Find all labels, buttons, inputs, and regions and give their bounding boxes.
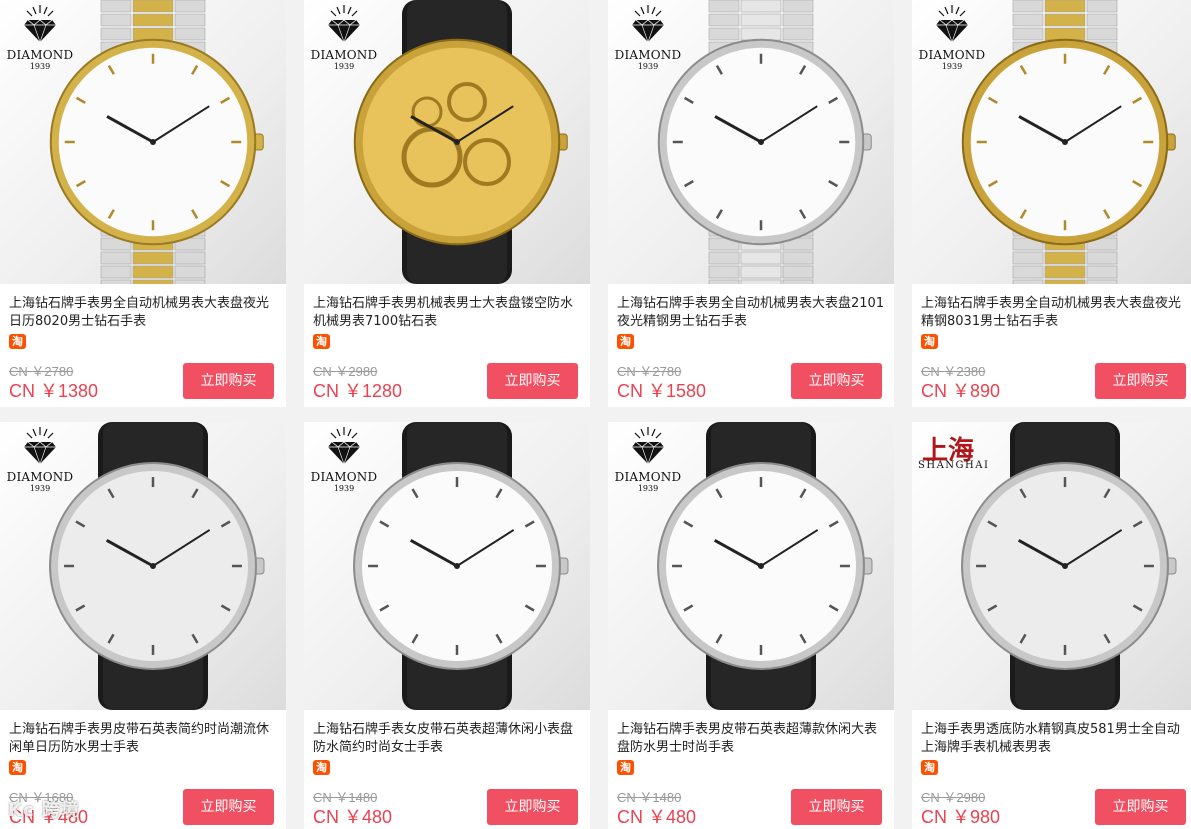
product-image[interactable]: DIAMOND 1939 [304, 422, 590, 710]
product-image[interactable]: DIAMOND 1939 [0, 422, 286, 710]
brand-name: DIAMOND [310, 470, 378, 484]
brand-logo: DIAMOND 1939 [612, 4, 684, 71]
buy-now-button[interactable]: 立即购买 [791, 789, 882, 825]
brand-year: 1939 [941, 62, 963, 71]
sale-price: CN ￥1580 [617, 381, 707, 401]
brand-logo: 上海 SHANGHAI [916, 426, 988, 490]
sale-price: CN ￥1380 [9, 381, 99, 401]
product-image[interactable]: DIAMOND 1939 [608, 0, 894, 284]
brand-year: 1939 [29, 484, 51, 493]
product-title[interactable]: 上海钻石牌手表男皮带石英表简约时尚潮流休闲单日历防水男士手表 [9, 721, 277, 757]
product-image[interactable]: DIAMOND 1939 [304, 0, 590, 284]
taobao-badge-icon: 淘 [313, 334, 330, 349]
product-image[interactable]: DIAMOND 1939 [912, 0, 1191, 284]
diamond-logo-icon [328, 5, 360, 43]
diamond-logo-icon [632, 427, 664, 465]
product-card[interactable]: 上海 SHANGHAI 上海手表男透底防水精钢真皮581男士全自动上海牌手表机械… [912, 422, 1191, 829]
buy-now-button[interactable]: 立即购买 [487, 789, 578, 825]
product-grid: DIAMOND 1939 上海钻石牌手表男全自动机械男表大表盘夜光日历8020男… [0, 0, 1191, 829]
brand-name: DIAMOND [918, 48, 986, 62]
buy-now-button[interactable]: 立即购买 [487, 363, 578, 399]
diamond-logo-icon [328, 427, 360, 465]
taobao-badge-icon: 淘 [9, 760, 26, 775]
sale-price: CN ￥1280 [313, 381, 403, 401]
sale-price: CN ￥480 [313, 807, 393, 827]
product-title[interactable]: 上海钻石牌手表男全自动机械男表大表盘2101夜光精钢男士钻石手表 [617, 295, 885, 331]
taobao-badge-icon: 淘 [313, 760, 330, 775]
product-card[interactable]: DIAMOND 1939 上海钻石牌手表男皮带石英表超薄款休闲大表盘防水男士时尚… [608, 422, 894, 829]
sale-price: CN ￥980 [921, 807, 1001, 827]
product-image[interactable]: DIAMOND 1939 [608, 422, 894, 710]
product-card[interactable]: DIAMOND 1939 上海钻石牌手表男全自动机械男表大表盘夜光日历8020男… [0, 0, 286, 407]
taobao-badge-icon: 淘 [921, 334, 938, 349]
diamond-logo-icon [632, 5, 664, 43]
brand-year: 1939 [637, 62, 659, 71]
diamond-logo-icon [24, 427, 56, 465]
diamond-logo-icon [936, 5, 968, 43]
product-card[interactable]: DIAMOND 1939 上海钻石牌手表女皮带石英表超薄休闲小表盘防水简约时尚女… [304, 422, 590, 829]
product-card[interactable]: DIAMOND 1939 上海钻石牌手表男全自动机械男表大表盘2101夜光精钢男… [608, 0, 894, 407]
product-card[interactable]: DIAMOND 1939 上海钻石牌手表男皮带石英表简约时尚潮流休闲单日历防水男… [0, 422, 286, 829]
product-title[interactable]: 上海钻石牌手表女皮带石英表超薄休闲小表盘防水简约时尚女士手表 [313, 721, 581, 757]
watermark: Kc 跨境 [8, 800, 80, 821]
product-title[interactable]: 上海钻石牌手表男机械表男士大表盘镂空防水机械男表7100钻石表 [313, 295, 581, 331]
buy-now-button[interactable]: 立即购买 [1095, 363, 1186, 399]
product-card[interactable]: DIAMOND 1939 上海钻石牌手表男全自动机械男表大表盘夜光精钢8031男… [912, 0, 1191, 407]
brand-name: DIAMOND [6, 48, 74, 62]
buy-now-button[interactable]: 立即购买 [791, 363, 882, 399]
brand-name: DIAMOND [6, 470, 74, 484]
taobao-badge-icon: 淘 [9, 334, 26, 349]
product-title[interactable]: 上海手表男透底防水精钢真皮581男士全自动上海牌手表机械表男表 [921, 721, 1189, 757]
product-title[interactable]: 上海钻石牌手表男全自动机械男表大表盘夜光精钢8031男士钻石手表 [921, 295, 1189, 331]
brand-year: 1939 [333, 484, 355, 493]
buy-now-button[interactable]: 立即购买 [183, 363, 274, 399]
buy-now-button[interactable]: 立即购买 [1095, 789, 1186, 825]
product-image[interactable]: 上海 SHANGHAI [912, 422, 1191, 710]
brand-name: DIAMOND [614, 470, 682, 484]
product-image[interactable]: DIAMOND 1939 [0, 0, 286, 284]
brand-year: 1939 [29, 62, 51, 71]
brand-year: 1939 [333, 62, 355, 71]
product-title[interactable]: 上海钻石牌手表男全自动机械男表大表盘夜光日历8020男士钻石手表 [9, 295, 277, 331]
brand-logo: DIAMOND 1939 [612, 426, 684, 493]
diamond-logo-icon [24, 5, 56, 43]
product-card[interactable]: DIAMOND 1939 上海钻石牌手表男机械表男士大表盘镂空防水机械男表710… [304, 0, 590, 407]
brand-name: DIAMOND [614, 48, 682, 62]
brand-logo: DIAMOND 1939 [4, 4, 76, 71]
taobao-badge-icon: 淘 [617, 334, 634, 349]
product-title[interactable]: 上海钻石牌手表男皮带石英表超薄款休闲大表盘防水男士时尚手表 [617, 721, 885, 757]
taobao-badge-icon: 淘 [921, 760, 938, 775]
brand-year: 1939 [637, 484, 659, 493]
brand-logo: DIAMOND 1939 [4, 426, 76, 493]
buy-now-button[interactable]: 立即购买 [183, 789, 274, 825]
brand-logo: DIAMOND 1939 [308, 4, 380, 71]
brand-name: SHANGHAI [918, 460, 990, 471]
brand-logo: DIAMOND 1939 [308, 426, 380, 493]
sale-price: CN ￥480 [617, 807, 697, 827]
brand-name: DIAMOND [310, 48, 378, 62]
taobao-badge-icon: 淘 [617, 760, 634, 775]
brand-logo: DIAMOND 1939 [916, 4, 988, 71]
sale-price: CN ￥890 [921, 381, 1001, 401]
